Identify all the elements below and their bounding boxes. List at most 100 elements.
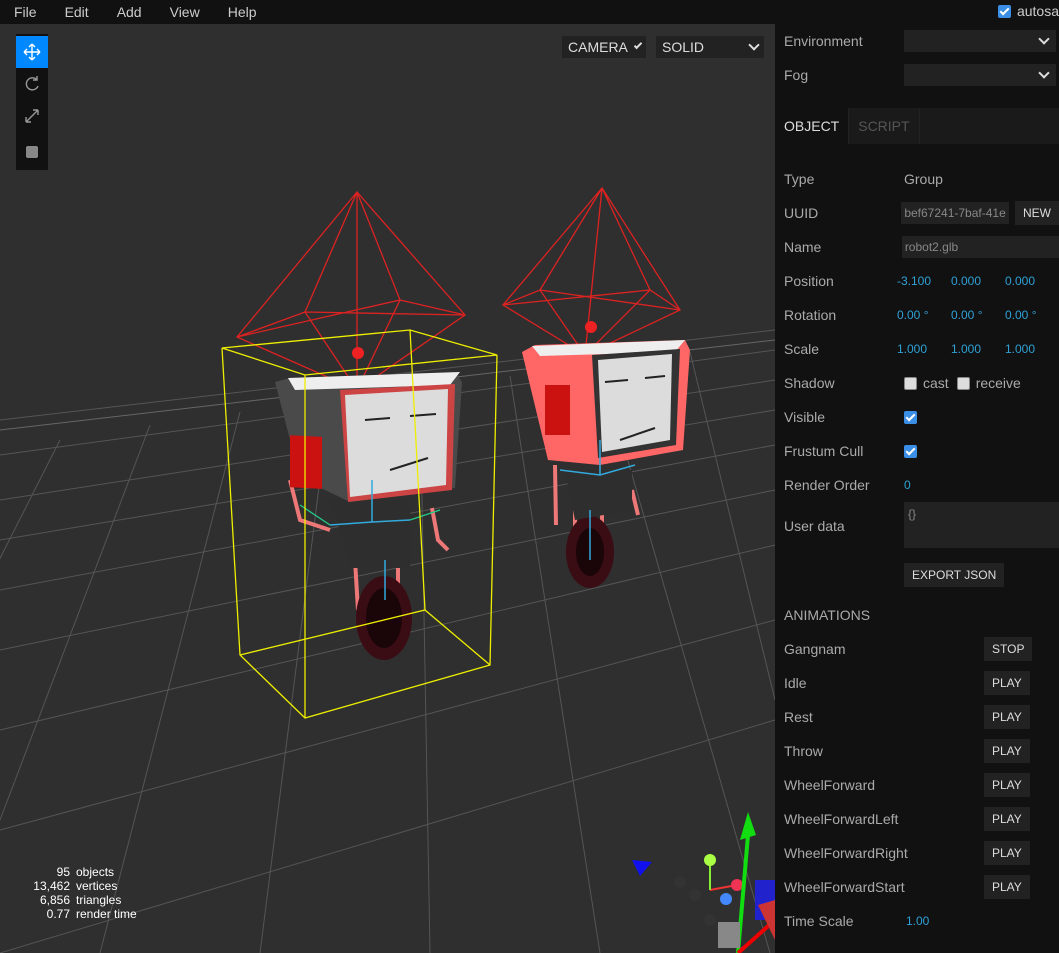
robot-selected <box>221 190 498 719</box>
object-properties: Type Group UUID bef67241-7baf-41e NEW Nam… <box>775 162 1059 938</box>
rotation-x[interactable]: 0.00 ° <box>897 308 951 322</box>
name-field[interactable]: robot2.glb <box>901 236 1059 258</box>
info-label: triangles <box>76 893 122 907</box>
menu-edit[interactable]: Edit <box>51 1 103 23</box>
receive-shadow-checkbox[interactable] <box>956 376 970 390</box>
camera-select-value: CAMERA <box>568 39 628 55</box>
new-uuid-button[interactable]: NEW <box>1015 201 1059 225</box>
animation-name: WheelForward <box>784 777 876 793</box>
chevron-down-icon <box>633 40 643 50</box>
autosave-label: autosa <box>1016 3 1059 19</box>
environment-label: Environment <box>784 33 863 49</box>
render-order-value[interactable]: 0 <box>904 478 911 492</box>
viewport[interactable]: CAMERA SOLID 95 objects 13,462 vertices 6,… <box>0 24 775 953</box>
animation-name: WheelForwardRight <box>784 845 908 861</box>
tab-script[interactable]: SCRIPT <box>849 108 920 144</box>
animation-name: Gangnam <box>784 641 846 657</box>
cast-shadow-checkbox[interactable] <box>904 376 917 390</box>
shading-select[interactable]: SOLID <box>656 36 764 58</box>
export-json-button[interactable]: EXPORT JSON <box>904 563 1005 587</box>
rotate-tool-button[interactable] <box>16 68 48 100</box>
sidebar-tabs: OBJECT SCRIPT <box>775 108 1059 144</box>
environment-select[interactable] <box>904 30 1056 52</box>
animation-name: Throw <box>784 743 823 759</box>
animation-play-button[interactable]: PLAY <box>984 807 1030 831</box>
shading-select-value: SOLID <box>662 39 705 55</box>
uuid-field[interactable]: bef67241-7baf-41e <box>901 202 1009 224</box>
view-gizmo <box>632 812 775 953</box>
local-space-icon <box>26 146 38 158</box>
position-z[interactable]: 0.000 <box>1005 274 1059 288</box>
camera-select[interactable]: CAMERA <box>562 36 646 58</box>
fog-label: Fog <box>784 67 809 83</box>
local-space-toggle[interactable] <box>16 136 48 168</box>
visible-checkbox[interactable] <box>904 410 917 424</box>
uuid-label: UUID <box>784 205 819 221</box>
position-y[interactable]: 0.000 <box>951 274 1005 288</box>
info-value: 6,856 <box>39 893 70 907</box>
visible-label: Visible <box>784 409 825 425</box>
environment-row: Environment <box>775 24 1059 58</box>
menu-add[interactable]: Add <box>103 1 156 23</box>
userdata-label: User data <box>784 518 845 534</box>
transform-toolbar <box>16 34 48 170</box>
timescale-label: Time Scale <box>784 913 854 929</box>
menubar: File Edit Add View Help autosa <box>0 0 1059 24</box>
animation-play-button[interactable]: PLAY <box>984 671 1030 695</box>
animation-play-button[interactable]: PLAY <box>984 739 1030 763</box>
position-label: Position <box>784 273 834 289</box>
menu-help[interactable]: Help <box>214 1 271 23</box>
light-helper-1 <box>235 190 466 392</box>
fog-select[interactable] <box>904 64 1056 86</box>
animation-play-button[interactable]: PLAY <box>984 875 1030 899</box>
animations-title: ANIMATIONS <box>784 607 871 623</box>
position-x[interactable]: -3.100 <box>897 274 951 288</box>
tab-object[interactable]: OBJECT <box>775 108 850 144</box>
userdata-textarea[interactable]: {} <box>904 502 1059 548</box>
translate-tool-button[interactable] <box>16 36 48 68</box>
sidebar: Environment Fog OBJECT SCRIPT Type Group … <box>775 24 1059 953</box>
info-value: 13,462 <box>33 879 70 893</box>
rotation-z[interactable]: 0.00 ° <box>1005 308 1059 322</box>
animation-name: WheelForwardLeft <box>784 811 899 827</box>
info-label: objects <box>76 865 115 879</box>
timescale-value[interactable]: 1.00 <box>906 914 929 928</box>
info-value: 95 <box>56 865 70 879</box>
render-info: 95 objects 13,462 vertices 6,856 triangles … <box>10 865 137 921</box>
animation-play-button[interactable]: PLAY <box>984 705 1030 729</box>
scale-tool-button[interactable] <box>16 100 48 132</box>
scale-label: Scale <box>784 341 820 357</box>
scale-z[interactable]: 1.000 <box>1005 342 1059 356</box>
scale-icon <box>25 109 39 123</box>
render-order-label: Render Order <box>784 477 870 493</box>
menu-file[interactable]: File <box>0 1 51 23</box>
translate-icon <box>23 43 41 61</box>
animation-name: Idle <box>784 675 807 691</box>
receive-label: receive <box>975 375 1021 391</box>
menu-view[interactable]: View <box>156 1 214 23</box>
shadow-label: Shadow <box>784 375 835 391</box>
animation-name: WheelForwardStart <box>784 879 905 895</box>
scale-y[interactable]: 1.000 <box>951 342 1005 356</box>
rotation-label: Rotation <box>784 307 837 323</box>
name-label: Name <box>784 239 822 255</box>
cast-label: cast <box>923 375 949 391</box>
rotation-y[interactable]: 0.00 ° <box>951 308 1005 322</box>
info-label: vertices <box>76 879 118 893</box>
type-label: Type <box>784 171 815 187</box>
autosave-checkbox[interactable] <box>997 4 1011 18</box>
frustum-cull-checkbox[interactable] <box>904 444 917 458</box>
info-label: render time <box>76 907 137 921</box>
frustum-cull-label: Frustum Cull <box>784 443 864 459</box>
animation-stop-button[interactable]: STOP <box>984 637 1033 661</box>
chevron-down-icon <box>748 39 760 51</box>
animation-play-button[interactable]: PLAY <box>984 773 1030 797</box>
scale-x[interactable]: 1.000 <box>897 342 951 356</box>
animation-play-button[interactable]: PLAY <box>984 841 1030 865</box>
scene-canvas[interactable] <box>0 24 775 953</box>
autosave-toggle[interactable]: autosa <box>997 3 1059 19</box>
rotate-icon <box>25 76 39 91</box>
animation-name: Rest <box>784 709 813 725</box>
type-value: Group <box>904 171 943 187</box>
fog-row: Fog <box>775 58 1059 92</box>
